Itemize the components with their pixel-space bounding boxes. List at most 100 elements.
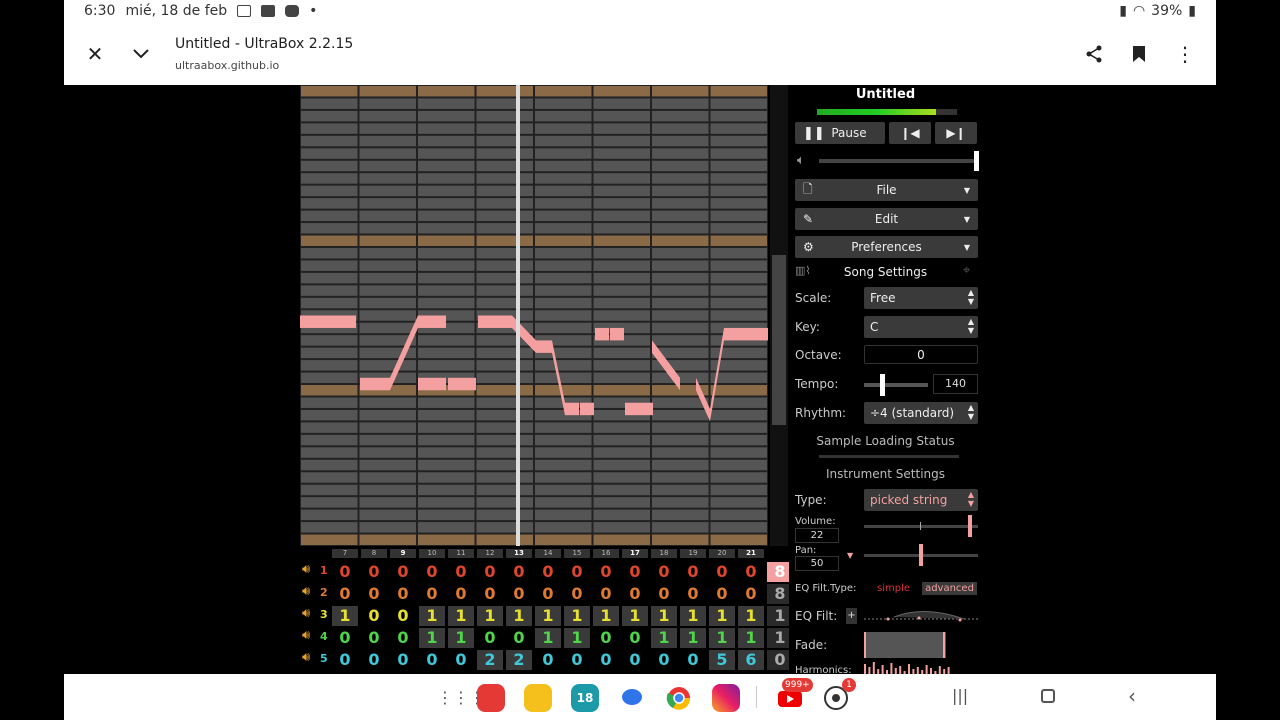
pattern-cell[interactable]: 0 — [651, 562, 677, 582]
pattern-cell[interactable]: 1 — [709, 628, 735, 648]
pattern-cell[interactable]: 1 — [593, 606, 619, 626]
chrome-app-icon[interactable] — [665, 684, 693, 712]
pattern-cell[interactable]: 5 — [709, 650, 735, 670]
more-vert-icon[interactable]: ⋮ — [1173, 42, 1197, 66]
pattern-cell[interactable]: 1 — [448, 606, 474, 626]
pattern-cell[interactable]: 0 — [390, 606, 416, 626]
eq-add-button[interactable]: + — [846, 608, 857, 624]
pattern-cell[interactable]: 0 — [535, 562, 561, 582]
master-volume-slider[interactable] — [819, 151, 979, 171]
preferences-menu[interactable]: ⚙ Preferences ▼ — [795, 236, 978, 258]
pan-dropdown-icon[interactable]: ▼ — [847, 551, 853, 560]
pattern-cell[interactable]: 0 — [738, 584, 764, 604]
pattern-cell[interactable]: 1 — [419, 606, 445, 626]
pattern-cell[interactable]: 0 — [332, 650, 358, 670]
channel-mute-icon[interactable]: 🔊︎ — [302, 562, 310, 577]
channel-mute-icon[interactable]: 🔊︎ — [302, 650, 310, 665]
volume-input[interactable]: 22 — [795, 528, 839, 543]
pattern-cell[interactable]: 0 — [738, 562, 764, 582]
pattern-cell[interactable]: 1 — [506, 606, 532, 626]
close-icon[interactable]: ✕ — [83, 42, 107, 66]
pattern-cell[interactable]: 0 — [419, 650, 445, 670]
harmonic-bar[interactable] — [908, 664, 910, 674]
pause-button[interactable]: ❚❚ Pause — [795, 122, 885, 144]
messages-app-icon[interactable] — [618, 684, 646, 712]
key-select[interactable]: C ▲ ▼ — [864, 316, 978, 338]
eq-filter-graph[interactable] — [864, 607, 978, 627]
pattern-cell[interactable]: 0 — [680, 650, 706, 670]
pattern-cell[interactable]: 1 — [622, 606, 648, 626]
harmonic-bar[interactable] — [925, 665, 928, 674]
file-menu[interactable]: 🗋︎ File ▼ — [795, 179, 978, 201]
eq-simple-button[interactable]: simple — [877, 583, 910, 594]
pattern-cell[interactable]: 1 — [535, 628, 561, 648]
pattern-cell[interactable]: 0 — [448, 562, 474, 582]
back-icon[interactable]: ‹ — [1128, 684, 1136, 708]
pattern-cell[interactable]: 0 — [361, 628, 387, 648]
pattern-cell[interactable]: 0 — [622, 650, 648, 670]
next-bar-button[interactable]: ▶❙ — [935, 122, 977, 144]
pan-input[interactable]: 50 — [795, 556, 839, 571]
pattern-cell[interactable]: 0 — [390, 584, 416, 604]
pattern-cell[interactable]: 1 — [738, 628, 764, 648]
octave-input[interactable]: 0 — [864, 345, 978, 364]
chevron-down-icon[interactable] — [129, 42, 153, 66]
pattern-cell[interactable]: 0 — [564, 650, 590, 670]
previous-bar-button[interactable]: ❙◀ — [889, 122, 931, 144]
instagram-app-icon[interactable] — [712, 684, 740, 712]
harmonic-bar[interactable] — [864, 664, 866, 674]
harmonic-bar[interactable] — [947, 667, 950, 674]
pattern-cell[interactable]: 0 — [390, 650, 416, 670]
pattern-cell[interactable]: 0 — [506, 584, 532, 604]
tempo-slider[interactable] — [864, 374, 928, 396]
pattern-cell[interactable]: 0 — [419, 584, 445, 604]
tempo-input[interactable]: 140 — [933, 374, 978, 394]
pattern-cell[interactable]: 1 — [535, 606, 561, 626]
pattern-cell[interactable]: 0 — [390, 562, 416, 582]
pattern-cell[interactable]: 0 — [419, 562, 445, 582]
octave-scroll-thumb[interactable] — [772, 255, 786, 425]
share-icon[interactable] — [1082, 42, 1106, 66]
pattern-cell[interactable]: 2 — [506, 650, 532, 670]
pattern-cell[interactable]: 1 — [419, 628, 445, 648]
pattern-cell[interactable]: 0 — [651, 584, 677, 604]
pattern-cell[interactable]: 0 — [564, 562, 590, 582]
rhythm-select[interactable]: ÷4 (standard) ▲ ▼ — [864, 402, 978, 424]
crosshair-icon[interactable]: ⌖ — [963, 263, 970, 278]
harmonic-bar[interactable] — [899, 666, 902, 674]
fade-envelope[interactable] — [864, 632, 946, 658]
harmonic-bar[interactable] — [890, 663, 893, 674]
pattern-cell[interactable]: 0 — [680, 562, 706, 582]
pattern-cell[interactable]: 0 — [361, 584, 387, 604]
pattern-cell[interactable]: 1 — [651, 628, 677, 648]
pattern-cell[interactable]: 0 — [651, 650, 677, 670]
pattern-cell[interactable]: 0 — [506, 628, 532, 648]
pattern-cell[interactable]: 0 — [448, 584, 474, 604]
eq-advanced-button[interactable]: advanced — [922, 582, 977, 595]
harmonic-bar[interactable] — [868, 667, 871, 674]
song-title[interactable]: Untitled — [789, 87, 982, 102]
pattern-cell[interactable]: 6 — [738, 650, 764, 670]
piano-roll[interactable] — [300, 85, 768, 546]
pattern-cell[interactable]: 1 — [564, 628, 590, 648]
pan-thumb[interactable] — [919, 544, 923, 566]
channel-mute-icon[interactable]: 🔊︎ — [302, 606, 310, 621]
recents-icon[interactable]: ||| — [952, 686, 968, 705]
instrument-volume-slider[interactable] — [864, 515, 978, 537]
pattern-cell[interactable]: 0 — [448, 650, 474, 670]
pan-slider[interactable] — [864, 544, 978, 566]
instrument-type-select[interactable]: picked string ▲ ▼ — [864, 489, 978, 511]
pattern-cell[interactable]: 0 — [390, 628, 416, 648]
pattern-cell[interactable]: 0 — [361, 562, 387, 582]
pattern-cell[interactable]: 0 — [593, 628, 619, 648]
pattern-cell[interactable]: 0 — [477, 628, 503, 648]
pattern-cell[interactable]: 1 — [738, 606, 764, 626]
pattern-cell[interactable]: 0 — [593, 650, 619, 670]
pattern-cell[interactable]: 0 — [709, 562, 735, 582]
harmonics-editor[interactable] — [864, 660, 954, 674]
pattern-cell[interactable]: 0 — [332, 562, 358, 582]
harmonic-bar[interactable] — [938, 666, 941, 674]
octave-scrollbar[interactable] — [770, 85, 788, 546]
pattern-cell[interactable]: 0 — [361, 606, 387, 626]
pattern-cell[interactable]: 1 — [477, 606, 503, 626]
